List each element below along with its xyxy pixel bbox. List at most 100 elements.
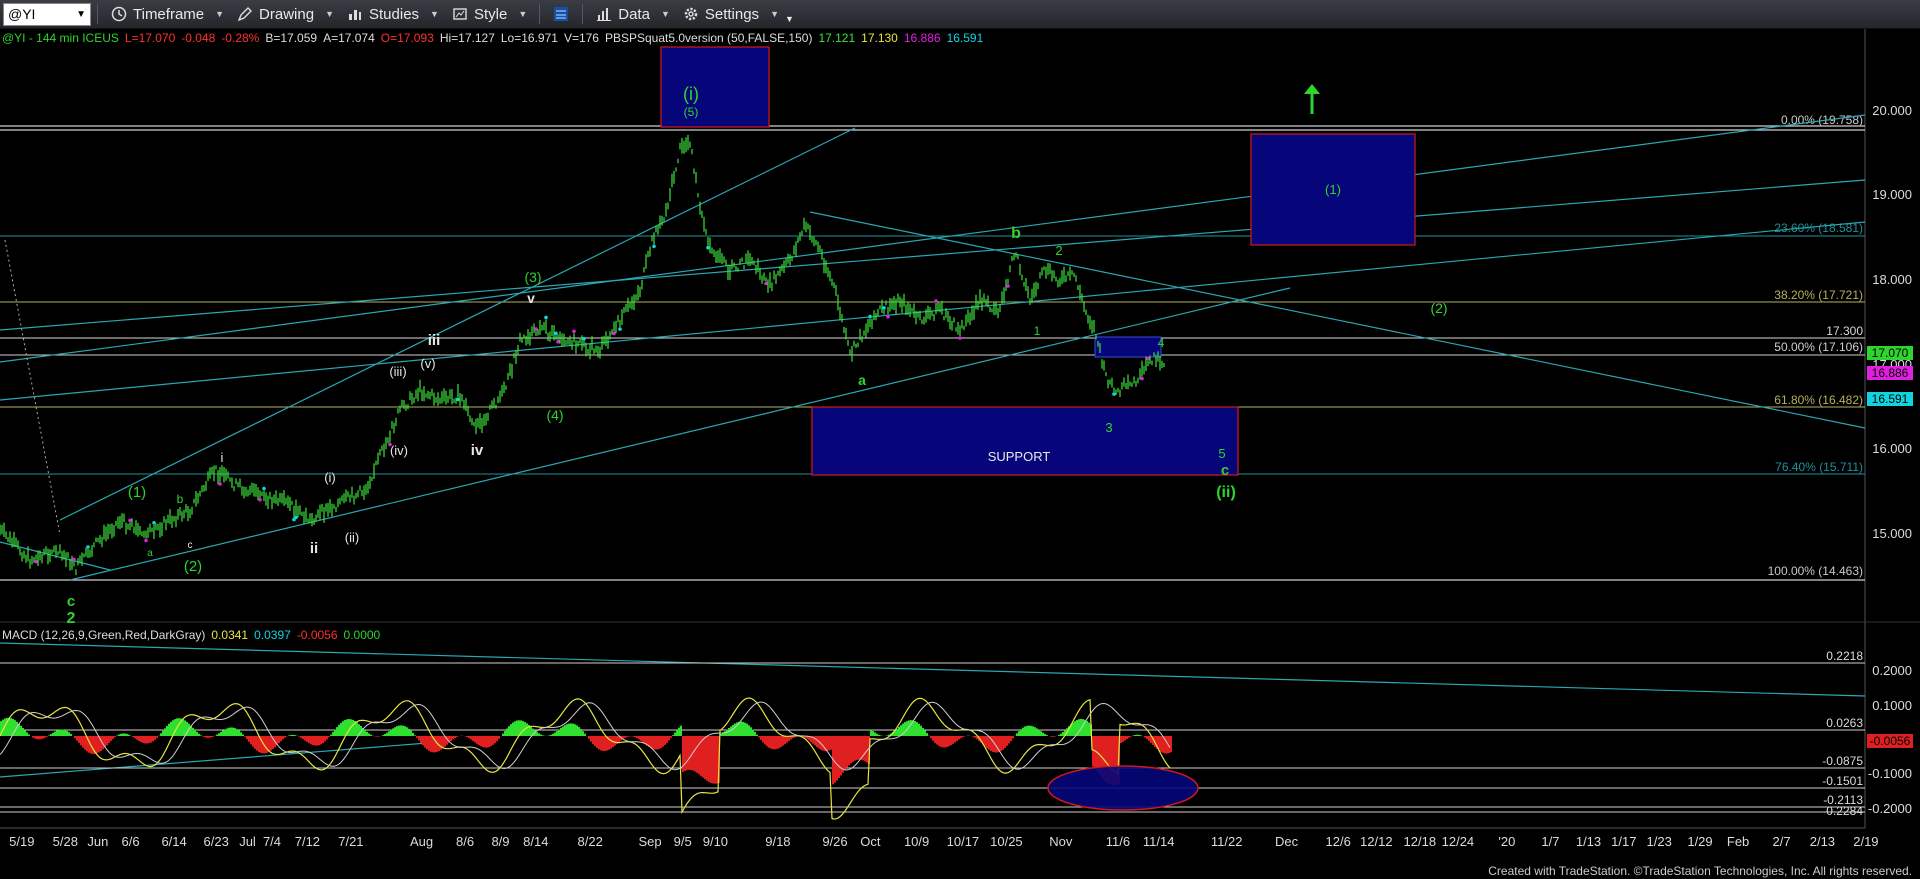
study-dot [618, 327, 622, 331]
study-dot [612, 331, 616, 336]
macd-histogram-bar [322, 736, 324, 744]
macd-histogram-bar [300, 736, 302, 738]
macd-histogram-bar [48, 735, 50, 736]
macd-histogram-bar [1094, 736, 1096, 770]
macd-level-label: -0.2284 [1822, 804, 1863, 818]
macd-histogram-bar [206, 736, 208, 738]
wave-label: (2) [1430, 300, 1447, 316]
macd-histogram-bar [518, 720, 520, 736]
macd-histogram-bar [1010, 736, 1012, 741]
macd-histogram-bar [218, 733, 220, 736]
macd-histogram-bar [668, 736, 670, 741]
study-dot [652, 244, 656, 249]
macd-histogram-bar [504, 731, 506, 736]
macd-histogram-bar [662, 736, 664, 747]
time-tick: 10/17 [947, 834, 980, 849]
macd-histogram-bar [230, 727, 232, 736]
macd-histogram-bar [478, 736, 480, 746]
macd-level-labels: 0.2218 0.0263 -0.0875 -0.1501 -0.2113 -0… [1822, 649, 1863, 818]
study-dot [886, 314, 890, 319]
macd-histogram-bar [826, 736, 828, 752]
trendline [59, 127, 856, 521]
macd-histogram-bar [1012, 736, 1014, 739]
macd-ellipse[interactable] [1047, 765, 1199, 811]
study-dot [1006, 284, 1010, 288]
macd-histogram-bar [956, 736, 958, 741]
time-tick: 9/5 [674, 834, 692, 849]
macd-histogram-bar [1138, 734, 1140, 736]
macd-histogram-bar [598, 736, 600, 750]
macd-histogram-bar [334, 729, 336, 736]
macd-histogram-bar [654, 736, 656, 750]
macd-histogram-bar [178, 718, 180, 736]
study-dot [764, 281, 768, 286]
macd-histogram-bar [182, 719, 184, 736]
macd-histogram-bar [412, 732, 414, 736]
macd-histogram-bar [498, 736, 500, 739]
macd-histogram-bar [22, 728, 24, 736]
macd-histogram-bar [1130, 736, 1132, 737]
macd-histogram-bar [38, 736, 40, 740]
macd-histogram-bar [292, 734, 294, 736]
wave-label: a [147, 548, 153, 559]
macd-histogram-bar [740, 721, 742, 736]
time-tick: 12/18 [1404, 834, 1437, 849]
wave-i-box[interactable] [660, 46, 770, 128]
macd-histogram-bar [1078, 719, 1080, 736]
wave-label: i [221, 450, 224, 465]
macd-histogram-bar [330, 734, 332, 736]
wave-label: c [188, 540, 193, 551]
macd-histogram-bar [316, 736, 318, 746]
price-chart[interactable]: 0.00% (19.758) 23.60% (18.581) 38.20% (1… [0, 0, 1920, 864]
macd-histogram-bar [672, 735, 674, 736]
wave-label: c [67, 593, 75, 610]
macd-histogram-bar [424, 736, 426, 748]
macd-histogram-bar [780, 736, 782, 748]
macd-histogram-bar [428, 736, 430, 751]
time-tick: 1/13 [1576, 834, 1601, 849]
target-label: (1) [1325, 182, 1341, 197]
macd-histogram-bar [482, 736, 484, 748]
macd-histogram-bar [834, 736, 836, 783]
macd-histogram-bar [198, 733, 200, 736]
macd-histogram-bar [674, 732, 676, 736]
wave-label: 2 [1055, 243, 1062, 258]
macd-histogram-bar [934, 736, 936, 743]
macd-histogram-bar [492, 736, 494, 745]
macd-histogram-bar [918, 723, 920, 736]
macd-histogram-bar [1038, 729, 1040, 736]
wave-labels-white: i ii (i) (ii) (iii) (iv) (v) iii iv v a … [147, 290, 535, 559]
macd-histogram-bar [280, 736, 282, 742]
macd-histogram-bar [488, 736, 490, 748]
macd-histogram-bar [642, 736, 644, 743]
time-tick: 6/14 [161, 834, 186, 849]
macd-histogram-bar [192, 727, 194, 736]
macd-histogram-bar [856, 736, 858, 760]
macd-histogram-bar [756, 734, 758, 736]
macd-histogram-bar [76, 736, 78, 741]
macd-histogram-bar [472, 736, 474, 741]
macd-histogram-bar [944, 736, 946, 748]
macd-histogram-bar [468, 736, 470, 739]
macd-histogram-bar [702, 736, 704, 778]
macd-histogram-bar [974, 736, 976, 738]
macd-histogram-bar [426, 736, 428, 750]
macd-histogram-bar [1136, 734, 1138, 736]
macd-histogram-bar [540, 734, 542, 736]
macd-histogram-bar [378, 736, 380, 737]
time-tick: '20 [1498, 834, 1515, 849]
support-box[interactable] [811, 406, 1239, 476]
macd-histogram-bar [312, 736, 314, 746]
wave-label: (2) [184, 558, 202, 575]
macd-histogram-bar [898, 726, 900, 736]
macd-histogram-bar [384, 734, 386, 736]
macd-histogram-bar [1028, 725, 1030, 736]
macd-histogram-bar [1044, 734, 1046, 736]
macd-histogram-bar [366, 731, 368, 736]
macd-histogram-bar [864, 736, 866, 762]
time-tick: 8/6 [456, 834, 474, 849]
macd-histogram-bar [588, 736, 590, 739]
macd-histogram-bar [328, 736, 330, 738]
macd-histogram-bar [694, 736, 696, 772]
macd-histogram-bar [580, 728, 582, 736]
